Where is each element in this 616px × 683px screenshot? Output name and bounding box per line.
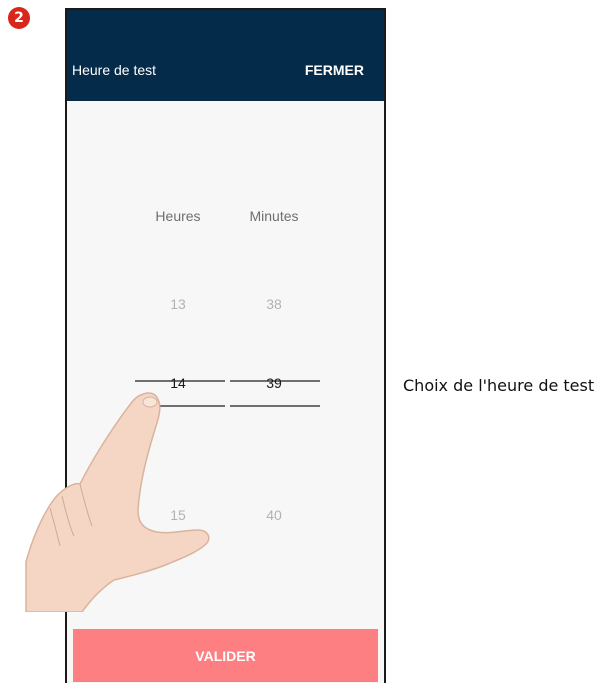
hours-prev-value[interactable]: 13	[133, 296, 223, 312]
hours-column-label: Heures	[155, 208, 201, 224]
instruction-caption: Choix de l'heure de test	[403, 376, 595, 395]
minutes-bottom-divider	[230, 405, 320, 407]
close-button[interactable]: FERMER	[305, 62, 364, 78]
minutes-column-label: Minutes	[249, 208, 299, 224]
minutes-next-value[interactable]: 40	[229, 507, 319, 523]
pointing-hand-icon	[25, 392, 210, 612]
minutes-prev-value[interactable]: 38	[229, 296, 319, 312]
validate-button[interactable]: VALIDER	[73, 629, 378, 682]
step-number-badge: 2	[8, 7, 30, 29]
header-bar: Heure de test FERMER	[67, 10, 384, 101]
minutes-selected-value[interactable]: 39	[229, 375, 319, 391]
page-title: Heure de test	[72, 62, 157, 78]
